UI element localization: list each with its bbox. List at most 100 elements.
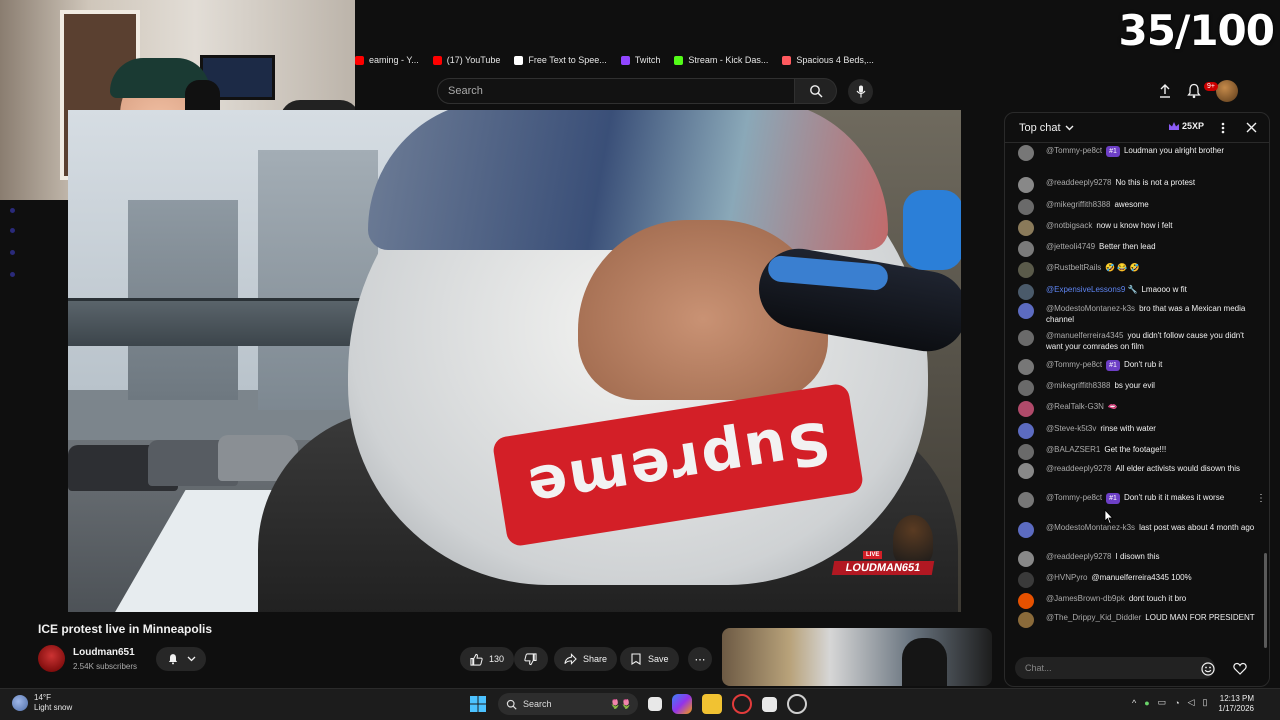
chat-user-avatar[interactable] <box>1018 177 1034 193</box>
taskbar-search[interactable]: Search 🌷🌷 <box>498 693 638 715</box>
chat-username[interactable]: @Tommy-pe8ct <box>1046 146 1102 155</box>
heart-icon[interactable] <box>1233 662 1247 675</box>
save-button[interactable]: Save <box>620 647 679 671</box>
bookmark-item[interactable]: eaming - Y... <box>355 55 419 65</box>
chat-username[interactable]: @Tommy-pe8ct <box>1046 493 1102 502</box>
more-actions-button[interactable]: ⋯ <box>688 647 712 671</box>
chat-username[interactable]: @mikegriffith8388 <box>1046 381 1110 390</box>
wifi-icon[interactable]: ◔ <box>1174 698 1179 708</box>
chat-username[interactable]: @The_Drippy_Kid_Diddler <box>1046 613 1141 622</box>
opera-browser-icon[interactable] <box>732 694 752 714</box>
xp-badge[interactable]: 25XP <box>1168 121 1204 131</box>
chat-message[interactable]: @Tommy-pe8ct #1 Don't rub it it makes it w… <box>1018 492 1263 508</box>
chat-message[interactable]: @mikegriffith8388 bs your evil <box>1018 380 1263 396</box>
chat-message[interactable]: @ExpensiveLessons9 🔧 Lmaooo w fit <box>1018 284 1263 300</box>
notifications-bell-icon[interactable] <box>1186 83 1202 99</box>
chat-username[interactable]: @jetteoli4749 <box>1046 242 1095 251</box>
chat-user-avatar[interactable] <box>1018 241 1034 257</box>
chat-message[interactable]: @mikegriffith8388 awesome <box>1018 199 1263 215</box>
chat-user-avatar[interactable] <box>1018 572 1034 588</box>
chat-menu-icon[interactable] <box>1221 122 1225 134</box>
channel-avatar[interactable] <box>38 645 65 672</box>
chat-user-avatar[interactable] <box>1018 199 1034 215</box>
chat-message[interactable]: @JamesBrown-db9pk dont touch it bro <box>1018 593 1263 609</box>
chat-message[interactable]: @notbigsack now u know how i felt <box>1018 220 1263 236</box>
chat-user-avatar[interactable] <box>1018 492 1034 508</box>
chat-user-avatar[interactable] <box>1018 330 1034 346</box>
chat-user-avatar[interactable] <box>1018 359 1034 375</box>
chat-username[interactable]: @HVNPyro <box>1046 573 1087 582</box>
chat-user-avatar[interactable] <box>1018 262 1034 278</box>
chat-user-avatar[interactable] <box>1018 284 1034 300</box>
windows-start-icon[interactable] <box>468 694 488 714</box>
account-avatar[interactable] <box>1216 80 1238 102</box>
chat-username[interactable]: @readdeeply9278 <box>1046 464 1112 473</box>
chat-message[interactable]: @Tommy-pe8ct #1 Loudman you alright brothe… <box>1018 145 1263 161</box>
chat-message[interactable]: @readdeeply9278 I disown this <box>1018 551 1263 567</box>
upload-icon[interactable] <box>1158 84 1172 98</box>
task-view-icon[interactable] <box>648 697 662 711</box>
bookmark-item[interactable]: Free Text to Spee... <box>514 55 607 65</box>
taskbar-clock[interactable]: 12:13 PM 1/17/2026 <box>1212 694 1254 714</box>
chat-user-avatar[interactable] <box>1018 444 1034 460</box>
emoji-icon[interactable] <box>1201 662 1215 676</box>
bookmark-item[interactable]: Stream - Kick Das... <box>674 55 768 65</box>
share-button[interactable]: Share <box>554 647 618 671</box>
volume-icon[interactable]: ◁ <box>1188 697 1195 708</box>
chat-username[interactable]: @JamesBrown-db9pk <box>1046 594 1125 603</box>
chat-username[interactable]: @ModestoMontanez-k3s <box>1046 304 1135 313</box>
message-menu-icon[interactable]: ⋮ <box>1256 493 1263 504</box>
chat-user-avatar[interactable] <box>1018 380 1034 396</box>
chat-message[interactable]: @Steve-k5t3v rinse with water <box>1018 423 1263 439</box>
chat-user-avatar[interactable] <box>1018 522 1034 538</box>
chat-username[interactable]: @readdeeply9278 <box>1046 178 1112 187</box>
copilot-icon[interactable] <box>672 694 692 714</box>
chat-message[interactable]: @manuelferreira4345 you didn't follow cau… <box>1018 330 1263 352</box>
chat-message[interactable]: @ModestoMontanez-k3s bro that was a Mexic… <box>1018 303 1263 325</box>
microphone-tray-icon[interactable]: ● <box>1144 698 1149 708</box>
notification-preference-button[interactable] <box>156 647 206 671</box>
chat-user-avatar[interactable] <box>1018 220 1034 236</box>
search-button[interactable] <box>795 78 837 104</box>
chat-username[interactable]: @RustbeltRails <box>1046 263 1101 272</box>
like-button[interactable]: 130 <box>460 647 515 671</box>
chat-user-avatar[interactable] <box>1018 303 1034 319</box>
video-player[interactable]: Supreme LIVE LOUDMAN651 <box>68 110 961 612</box>
channel-name[interactable]: Loudman651 <box>73 647 135 658</box>
chat-message[interactable]: @The_Drippy_Kid_Diddler LOUD MAN FOR PRES… <box>1018 612 1263 628</box>
chat-message[interactable]: @Tommy-pe8ct #1 Don't rub it <box>1018 359 1263 375</box>
related-video-thumbnail[interactable] <box>722 628 992 686</box>
bookmark-item[interactable]: Spacious 4 Beds,... <box>782 55 874 65</box>
chat-username[interactable]: @manuelferreira4345 <box>1046 331 1124 340</box>
chat-input[interactable]: Chat... <box>1015 657 1215 679</box>
store-icon[interactable] <box>762 696 777 712</box>
chat-message[interactable]: @jetteoli4749 Better then lead <box>1018 241 1263 257</box>
bookmark-item[interactable]: Twitch <box>620 55 660 65</box>
chat-user-avatar[interactable] <box>1018 612 1034 628</box>
file-explorer-icon[interactable] <box>702 694 722 714</box>
chat-username[interactable]: @ExpensiveLessons9 🔧 <box>1046 285 1137 294</box>
chat-user-avatar[interactable] <box>1018 551 1034 567</box>
chat-user-avatar[interactable] <box>1018 145 1034 161</box>
chat-mode-dropdown[interactable]: Top chat <box>1019 122 1074 134</box>
chat-username[interactable]: @BALAZSER1 <box>1046 445 1100 454</box>
chat-message[interactable]: @RustbeltRails 🤣 😂 🤣 <box>1018 262 1263 278</box>
chat-message[interactable]: @HVNPyro @manuelferreira4345 100% <box>1018 572 1263 588</box>
bookmark-item[interactable]: (17) YouTube <box>432 55 500 65</box>
weather-widget[interactable]: 14°F Light snow <box>12 693 72 713</box>
chat-message[interactable]: @BALAZSER1 Get the footage!!! <box>1018 444 1263 460</box>
chat-username[interactable]: @ModestoMontanez-k3s <box>1046 523 1135 532</box>
chat-username[interactable]: @mikegriffith8388 <box>1046 200 1110 209</box>
chat-username[interactable]: @notbigsack <box>1046 221 1092 230</box>
chat-username[interactable]: @Steve-k5t3v <box>1046 424 1096 433</box>
chat-username[interactable]: @RealTalk-G3N <box>1046 402 1104 411</box>
chat-scrollbar[interactable] <box>1264 143 1269 653</box>
close-icon[interactable] <box>1246 122 1257 133</box>
app-icon[interactable] <box>787 694 807 714</box>
chat-scroll-thumb[interactable] <box>1264 553 1267 648</box>
chat-message[interactable]: @readdeeply9278 No this is not a protest <box>1018 177 1263 193</box>
chat-user-avatar[interactable] <box>1018 401 1034 417</box>
chat-username[interactable]: @readdeeply9278 <box>1046 552 1112 561</box>
chat-user-avatar[interactable] <box>1018 593 1034 609</box>
chat-username[interactable]: @Tommy-pe8ct <box>1046 360 1102 369</box>
